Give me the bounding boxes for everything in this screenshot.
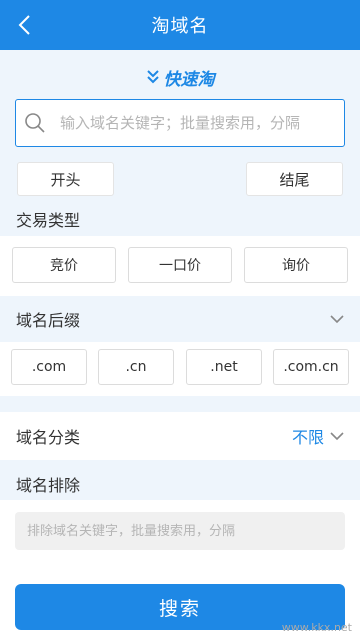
trade-type-fixed-price[interactable]: 一口价	[128, 247, 232, 283]
page-title: 淘域名	[151, 16, 209, 37]
exclude-input[interactable]	[15, 512, 345, 550]
back-arrow-icon	[18, 15, 30, 35]
brand-banner: 快速淘	[0, 64, 360, 90]
trade-type-label: 交易类型	[16, 211, 81, 230]
watermark: www.kkx.net	[281, 621, 352, 634]
trade-type-auction[interactable]: 竞价	[12, 247, 116, 283]
suffix-net[interactable]: .net	[186, 349, 262, 385]
search-icon	[25, 113, 45, 133]
search-box[interactable]	[15, 99, 345, 147]
suffix-com[interactable]: .com	[11, 349, 87, 385]
suffix-label: 域名后缀	[16, 311, 81, 330]
category-row[interactable]: 域名分类 不限	[0, 413, 360, 459]
brand-text: 快速淘	[163, 69, 215, 90]
suffix-com-cn[interactable]: .com.cn	[273, 349, 349, 385]
chevron-down-icon	[330, 432, 344, 441]
trade-type-row: 竞价 一口价 询价	[0, 236, 360, 296]
top-bar: 淘域名	[0, 0, 360, 50]
suffix-cn[interactable]: .cn	[98, 349, 174, 385]
suffix-header[interactable]: 域名后缀	[0, 296, 360, 342]
trade-type-inquiry[interactable]: 询价	[244, 247, 348, 283]
back-button[interactable]	[8, 9, 40, 41]
category-label: 域名分类	[16, 428, 81, 447]
double-chevron-down-icon	[146, 70, 159, 84]
search-input[interactable]	[60, 114, 330, 132]
category-value: 不限	[291, 428, 324, 447]
start-button[interactable]: 开头	[17, 162, 114, 196]
suffix-row: .com .cn .net .com.cn	[0, 342, 360, 396]
end-button[interactable]: 结尾	[246, 162, 343, 196]
exclude-label: 域名排除	[16, 476, 81, 495]
chevron-down-icon	[330, 315, 344, 324]
